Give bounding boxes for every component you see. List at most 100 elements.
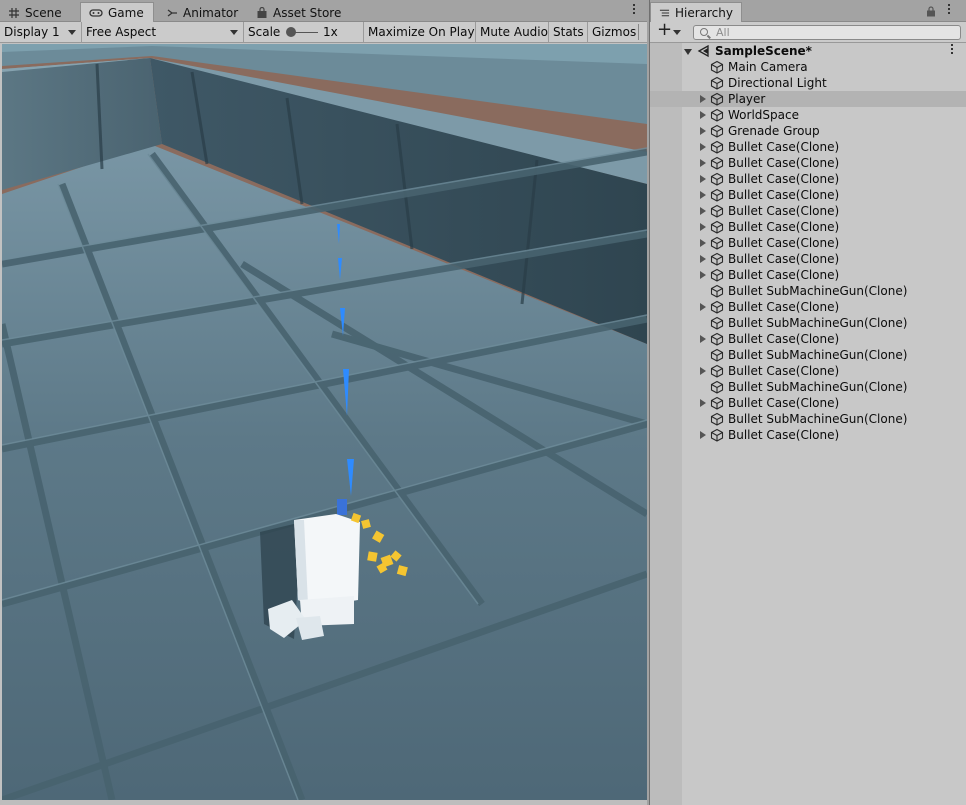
gameobject-cube-icon	[710, 268, 724, 282]
tab-asset-store-label: Asset Store	[273, 5, 342, 20]
mute-audio-toggle[interactable]: Mute Audio	[476, 22, 549, 43]
hierarchy-item-label: WorldSpace	[728, 108, 799, 122]
unity-scene-icon	[697, 44, 709, 58]
hierarchy-item[interactable]: Bullet Case(Clone)	[650, 395, 966, 411]
hierarchy-item[interactable]: Player	[650, 91, 966, 107]
foldout-closed-icon[interactable]	[700, 367, 706, 375]
foldout-closed-icon[interactable]	[700, 255, 706, 263]
gameobject-cube-icon	[710, 380, 724, 394]
gameobject-cube-icon	[710, 364, 724, 378]
hierarchy-item-label: Bullet SubMachineGun(Clone)	[728, 412, 908, 426]
gameobject-cube-icon	[710, 428, 724, 442]
hierarchy-item-label: Bullet Case(Clone)	[728, 156, 840, 170]
hierarchy-item[interactable]: Bullet Case(Clone)	[650, 235, 966, 251]
stats-toggle[interactable]: Stats	[549, 22, 588, 43]
gameobject-cube-icon	[710, 284, 724, 298]
tab-scene[interactable]: Scene	[0, 3, 70, 22]
foldout-closed-icon[interactable]	[700, 303, 706, 311]
hierarchy-item[interactable]: Bullet SubMachineGun(Clone)	[650, 283, 966, 299]
scene-menu-icon[interactable]	[950, 44, 954, 58]
hierarchy-item[interactable]: Bullet Case(Clone)	[650, 299, 966, 315]
hierarchy-item-label: Grenade Group	[728, 124, 820, 138]
hierarchy-item[interactable]: Bullet SubMachineGun(Clone)	[650, 379, 966, 395]
hierarchy-item[interactable]: Bullet Case(Clone)	[650, 187, 966, 203]
hierarchy-item[interactable]: Bullet Case(Clone)	[650, 331, 966, 347]
stats-label: Stats	[553, 25, 584, 39]
hierarchy-item[interactable]: Bullet SubMachineGun(Clone)	[650, 315, 966, 331]
hierarchy-item[interactable]: Bullet Case(Clone)	[650, 267, 966, 283]
gameobject-cube-icon	[710, 300, 724, 314]
hierarchy-item[interactable]: Bullet Case(Clone)	[650, 203, 966, 219]
foldout-closed-icon[interactable]	[700, 431, 706, 439]
gameobject-cube-icon	[710, 156, 724, 170]
bag-icon	[257, 6, 267, 18]
hierarchy-item-label: Bullet Case(Clone)	[728, 188, 840, 202]
foldout-closed-icon[interactable]	[700, 159, 706, 167]
hierarchy-item[interactable]: Bullet Case(Clone)	[650, 363, 966, 379]
gameobject-cube-icon	[710, 236, 724, 250]
gameobject-cube-icon	[710, 124, 724, 138]
game-viewport[interactable]	[2, 44, 647, 800]
foldout-closed-icon[interactable]	[700, 271, 706, 279]
gameobject-cube-icon	[710, 60, 724, 74]
scale-value: 1x	[323, 25, 338, 39]
hierarchy-item-label: Bullet SubMachineGun(Clone)	[728, 284, 908, 298]
scale-knob[interactable]	[286, 27, 296, 37]
hierarchy-item-label: Bullet Case(Clone)	[728, 300, 840, 314]
hierarchy-item[interactable]: Bullet SubMachineGun(Clone)	[650, 411, 966, 427]
tab-game[interactable]: Game	[80, 2, 154, 23]
display-dropdown[interactable]: Display 1	[0, 22, 82, 43]
hierarchy-item[interactable]: Bullet SubMachineGun(Clone)	[650, 347, 966, 363]
gamepad-icon	[89, 9, 103, 17]
maximize-on-play-toggle[interactable]: Maximize On Play	[364, 22, 476, 43]
foldout-closed-icon[interactable]	[700, 175, 706, 183]
foldout-closed-icon[interactable]	[700, 127, 706, 135]
scene-row[interactable]: SampleScene*	[650, 43, 966, 59]
hierarchy-item-label: Bullet Case(Clone)	[728, 252, 840, 266]
hierarchy-item[interactable]: Directional Light	[650, 75, 966, 91]
lock-icon[interactable]	[926, 6, 936, 17]
hierarchy-item[interactable]: Bullet Case(Clone)	[650, 427, 966, 443]
foldout-closed-icon[interactable]	[700, 143, 706, 151]
tab-game-label: Game	[108, 6, 144, 20]
hierarchy-item[interactable]: Main Camera	[650, 59, 966, 75]
add-button[interactable]: +	[654, 19, 684, 42]
hierarchy-item-label: Player	[728, 92, 766, 106]
hierarchy-menu-icon[interactable]	[947, 4, 951, 18]
gameobject-cube-icon	[710, 412, 724, 426]
hierarchy-item[interactable]: Bullet Case(Clone)	[650, 251, 966, 267]
tab-asset-store[interactable]: Asset Store	[248, 3, 349, 22]
foldout-closed-icon[interactable]	[700, 399, 706, 407]
foldout-closed-icon[interactable]	[700, 239, 706, 247]
foldout-closed-icon[interactable]	[700, 335, 706, 343]
hierarchy-item[interactable]: Bullet Case(Clone)	[650, 139, 966, 155]
hierarchy-list[interactable]: SampleScene* Main Camera Directional Ligh…	[650, 43, 966, 805]
hierarchy-item[interactable]: WorldSpace	[650, 107, 966, 123]
gameobject-cube-icon	[710, 220, 724, 234]
hierarchy-item-label: Bullet SubMachineGun(Clone)	[728, 348, 908, 362]
hierarchy-item[interactable]: Grenade Group	[650, 123, 966, 139]
aspect-dropdown[interactable]: Free Aspect	[82, 22, 244, 43]
foldout-closed-icon[interactable]	[700, 111, 706, 119]
game-menu-icon[interactable]	[632, 4, 636, 18]
gizmos-dropdown[interactable]: Gizmos	[588, 22, 647, 43]
hierarchy-item-label: Bullet Case(Clone)	[728, 332, 840, 346]
foldout-closed-icon[interactable]	[700, 95, 706, 103]
gameobject-cube-icon	[710, 316, 724, 330]
foldout-closed-icon[interactable]	[700, 191, 706, 199]
foldout-open-icon[interactable]	[684, 49, 692, 55]
gameobject-cube-icon	[710, 396, 724, 410]
foldout-closed-icon[interactable]	[700, 223, 706, 231]
hierarchy-panel: Hierarchy + All SampleScene* Main Camera…	[649, 0, 966, 805]
gameobject-cube-icon	[710, 204, 724, 218]
hierarchy-item[interactable]: Bullet Case(Clone)	[650, 155, 966, 171]
foldout-closed-icon[interactable]	[700, 207, 706, 215]
scale-slider[interactable]: Scale 1x	[244, 22, 364, 43]
hierarchy-item[interactable]: Bullet Case(Clone)	[650, 219, 966, 235]
tab-animator[interactable]: Animator	[158, 3, 246, 22]
hierarchy-item-label: Directional Light	[728, 76, 827, 90]
hierarchy-item-label: Bullet Case(Clone)	[728, 172, 840, 186]
chevron-down-icon	[68, 30, 76, 35]
search-input[interactable]: All	[693, 25, 961, 40]
hierarchy-item[interactable]: Bullet Case(Clone)	[650, 171, 966, 187]
